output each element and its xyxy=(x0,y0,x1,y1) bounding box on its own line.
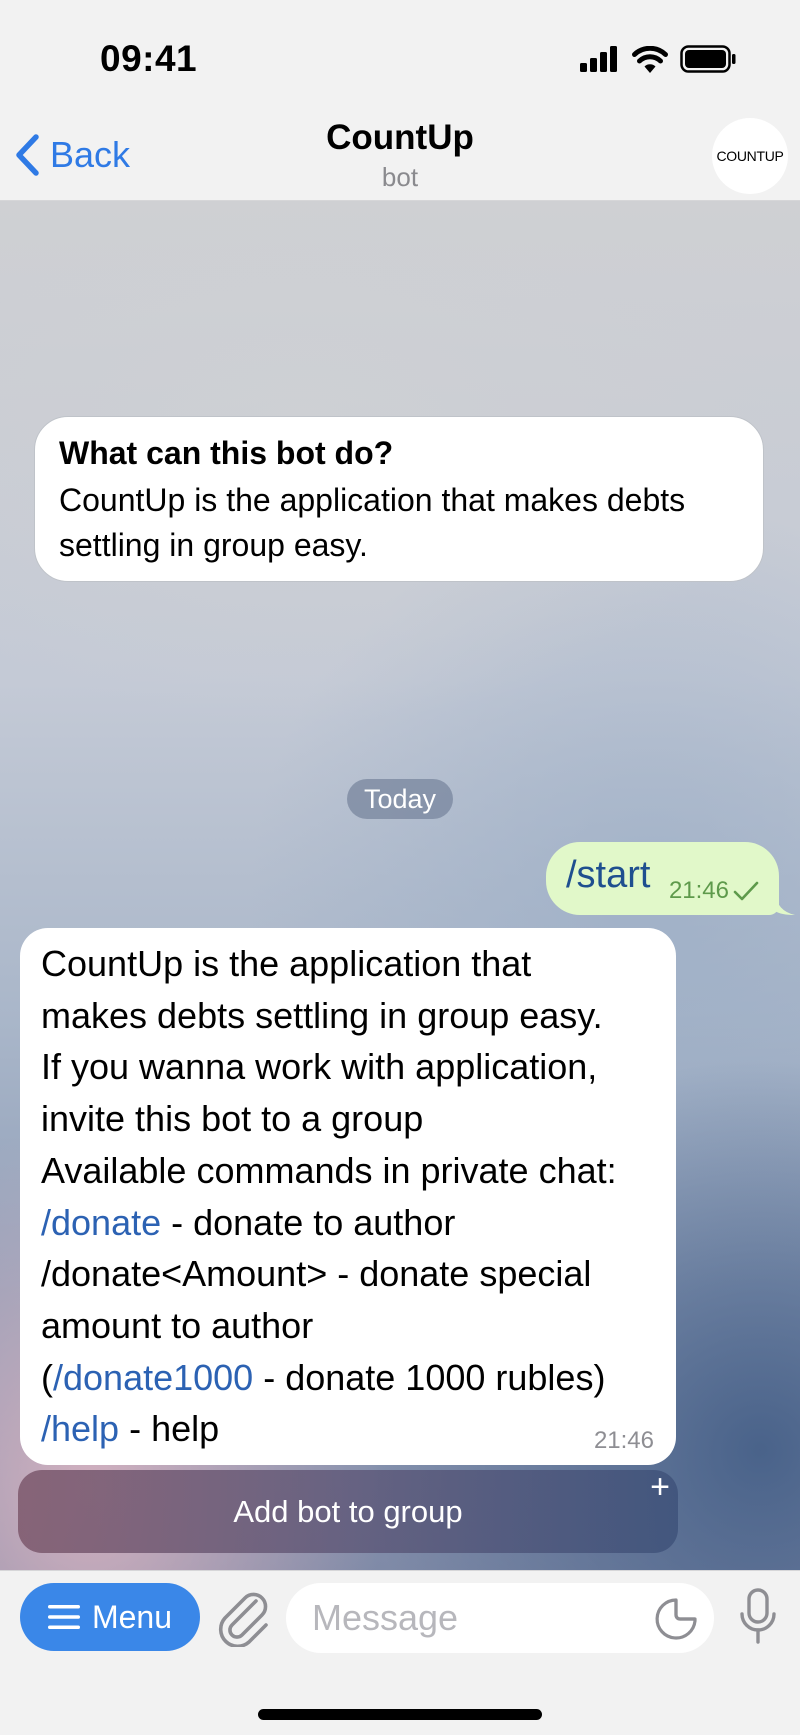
incoming-message-time: 21:46 xyxy=(593,1427,654,1454)
hamburger-icon xyxy=(47,1605,80,1629)
nav-bar: Back CountUp bot COUNTUP xyxy=(0,110,800,201)
outgoing-message[interactable]: /start 21:46 xyxy=(546,842,795,915)
sticker-icon[interactable] xyxy=(654,1597,698,1641)
avatar-text: COUNTUP xyxy=(716,148,784,164)
message-line: CountUp is the application that xyxy=(41,943,532,984)
outgoing-message-meta: 21:46 xyxy=(669,877,759,905)
menu-label: Menu xyxy=(91,1598,173,1635)
message-line: makes debts settling in group easy. xyxy=(41,994,603,1036)
help-command-desc: - help xyxy=(119,1408,220,1450)
date-separator: Today xyxy=(347,779,453,819)
status-icons xyxy=(580,42,736,76)
donate1000-command-desc: - donate 1000 rubles) xyxy=(253,1356,606,1398)
message-line: amount to author xyxy=(41,1304,314,1346)
donate1000-command-link[interactable]: /donate1000 xyxy=(53,1357,253,1398)
checkmark-icon xyxy=(733,881,759,901)
signal-icon xyxy=(580,46,617,72)
message-line: /help - help xyxy=(41,1403,656,1455)
incoming-message[interactable]: CountUp is the application that makes de… xyxy=(20,928,676,1465)
message-input[interactable] xyxy=(286,1583,714,1653)
message-input-bar: Menu xyxy=(0,1570,800,1735)
bubble-tail xyxy=(775,893,795,915)
message-line: Available commands in private chat: xyxy=(41,1149,617,1191)
add-bot-to-group-button[interactable]: Add bot to group + xyxy=(18,1468,678,1553)
donate-command-link[interactable]: /donate xyxy=(41,1202,161,1243)
donate-command-desc: - donate to author xyxy=(161,1201,456,1243)
add-bot-to-group-label: Add bot to group xyxy=(233,1494,463,1529)
message-line: (/donate1000 - donate 1000 rubles) xyxy=(41,1352,656,1404)
incoming-message-body: CountUp is the application that makes de… xyxy=(41,938,656,1455)
status-time: 09:41 xyxy=(100,38,198,79)
outgoing-message-time: 21:46 xyxy=(668,877,729,904)
status-bar: 09:41 xyxy=(0,0,800,110)
battery-icon xyxy=(680,45,736,73)
help-command-link[interactable]: /help xyxy=(41,1408,119,1449)
message-line: invite this bot to a group xyxy=(41,1098,424,1140)
paren-open: ( xyxy=(41,1356,53,1398)
outgoing-message-text: /start xyxy=(566,854,651,896)
message-line: If you wanna work with application, xyxy=(41,1046,598,1088)
bot-avatar[interactable]: COUNTUP xyxy=(712,118,788,194)
message-line: /donate - donate to author xyxy=(41,1197,656,1249)
plus-icon: + xyxy=(650,1468,670,1506)
bot-info-card: What can this bot do? CountUp is the app… xyxy=(34,416,764,582)
menu-button[interactable]: Menu xyxy=(20,1583,200,1651)
microphone-icon[interactable] xyxy=(738,1587,778,1647)
message-line: /donate<Amount> - donate special xyxy=(41,1253,592,1295)
chat-title[interactable]: CountUp xyxy=(0,118,800,158)
bot-info-description: CountUp is the application that makes de… xyxy=(59,482,686,563)
chat-subtitle: bot xyxy=(381,162,419,192)
paperclip-icon[interactable] xyxy=(216,1587,272,1647)
bot-info-title: What can this bot do? xyxy=(59,435,394,471)
home-indicator xyxy=(258,1709,542,1720)
wifi-icon xyxy=(632,45,668,73)
